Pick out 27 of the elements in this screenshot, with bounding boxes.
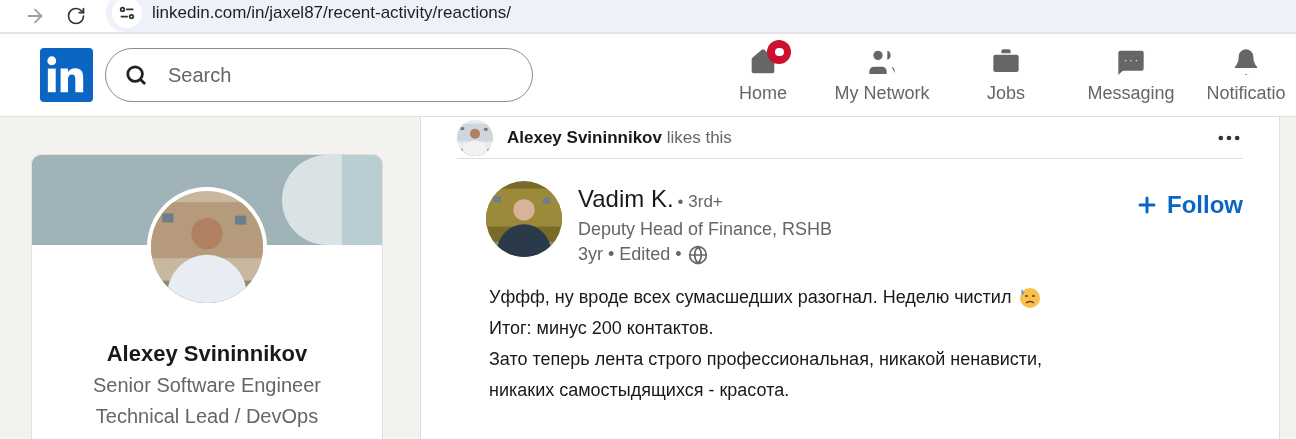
nav-item[interactable]: Home: [708, 33, 818, 117]
nav-item[interactable]: Notificatio: [1196, 33, 1296, 117]
post-text: Уффф, ну вроде всех сумасшедших разогнал. Неделю чистил: [489, 286, 1012, 309]
site-info-icon[interactable]: [112, 0, 142, 28]
url-text: linkedin.com/in/jaxel87/recent-activity/reactions/: [152, 2, 512, 25]
connection-degree: • 3rd+: [677, 191, 723, 213]
nav-item[interactable]: My Network: [818, 33, 946, 117]
profile-headline: Senior Software Engineer: [93, 373, 321, 398]
sad-face-icon: [1019, 286, 1042, 309]
nav-item[interactable]: Jobs: [946, 33, 1066, 117]
post-text: Зато теперь лента строго профессиональная, никакой ненависти,: [489, 348, 1043, 371]
post-meta: 3yr • Edited •: [578, 243, 682, 266]
reaction-text: Alexey Svininnikov likes this: [507, 126, 732, 149]
reload-icon[interactable]: [66, 6, 86, 26]
search-field[interactable]: Search: [105, 48, 533, 102]
profile-headline: Technical Lead / DevOps: [95, 404, 319, 429]
author-title: Deputy Head of Finance, RSHB: [578, 218, 833, 241]
profile-name[interactable]: Alexey Svininnikov: [106, 337, 308, 370]
address-bar[interactable]: linkedin.com/in/jaxel87/recent-activity/reactions/: [106, 0, 1296, 32]
globe-icon: [687, 244, 708, 265]
nav-item[interactable]: Messaging: [1066, 33, 1196, 117]
follow-button[interactable]: Follow: [1135, 187, 1243, 223]
post-text: никаких самостыдящихся - красота.: [489, 379, 790, 402]
post-text: Итог: минус 200 контактов.: [489, 317, 714, 340]
author-name[interactable]: Vadim K.: [578, 181, 674, 217]
linkedin-logo[interactable]: [40, 48, 93, 102]
search-icon: [125, 64, 147, 86]
